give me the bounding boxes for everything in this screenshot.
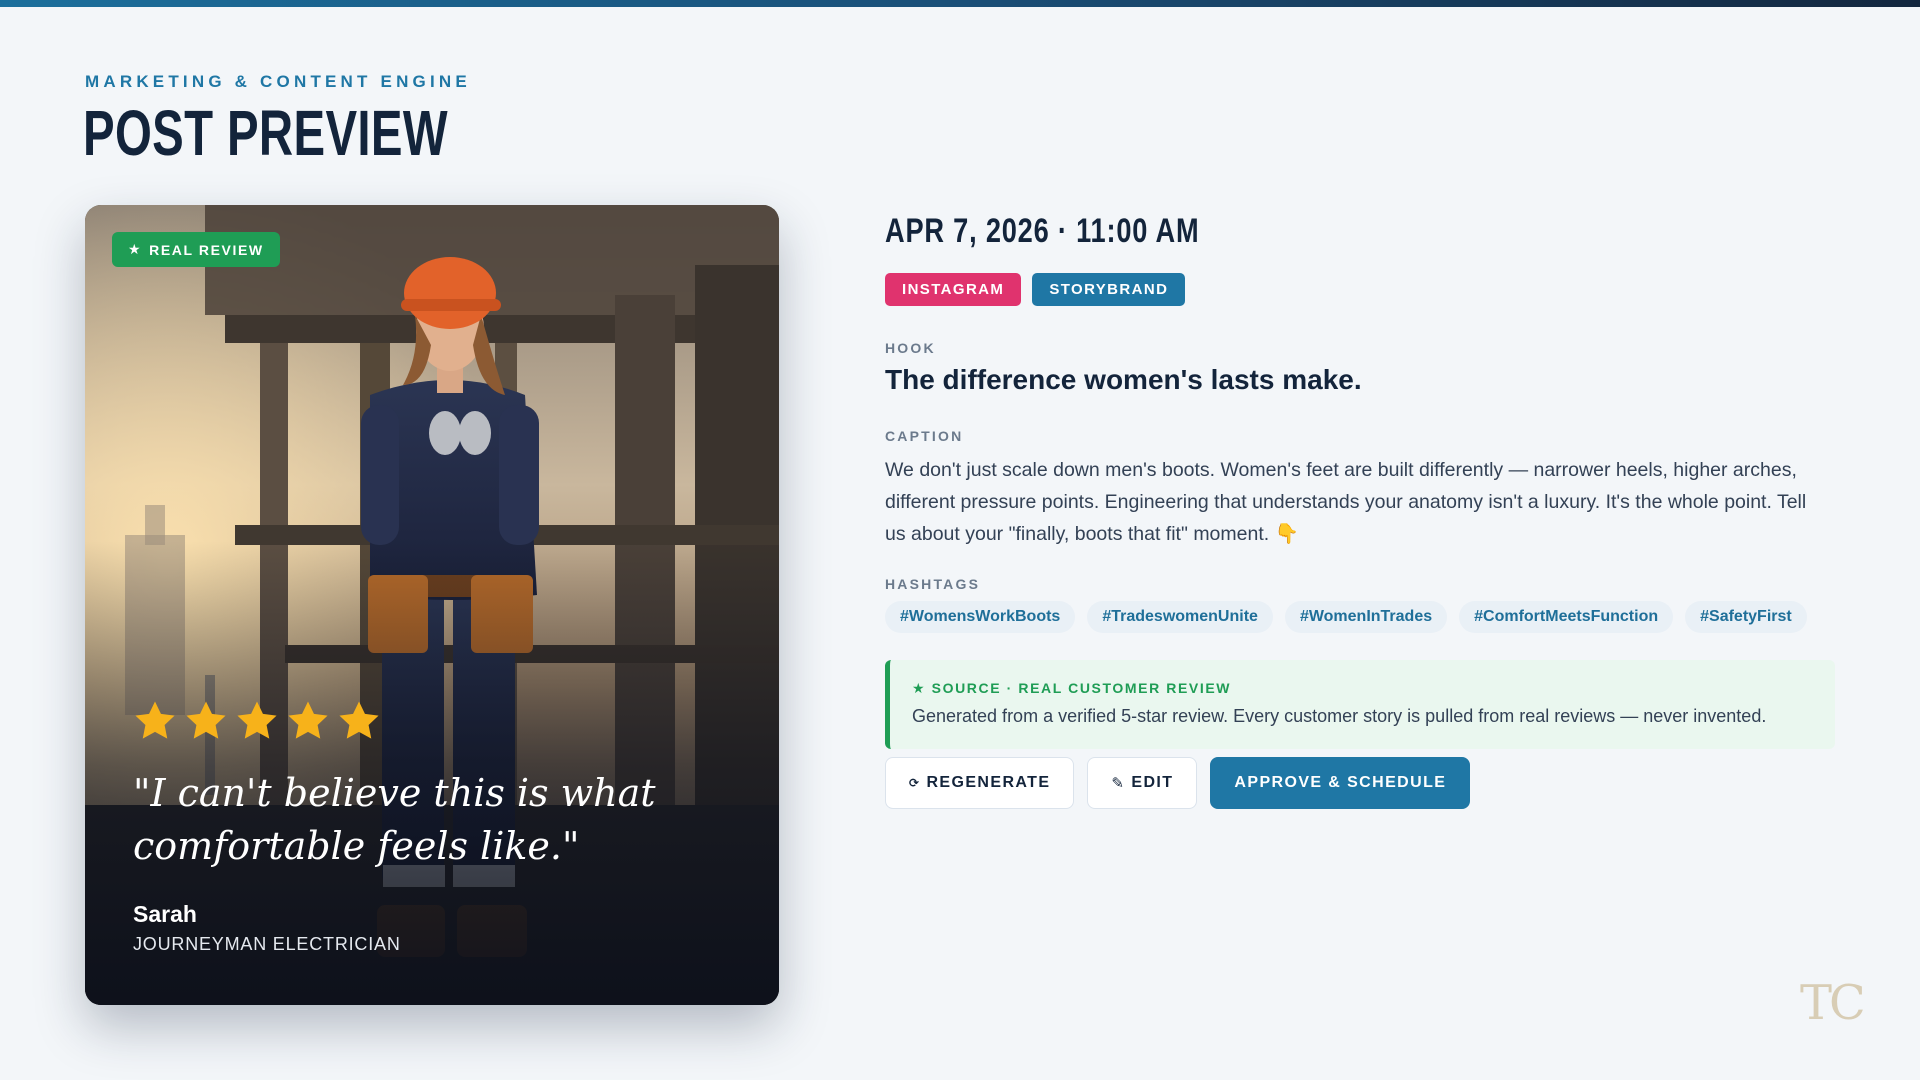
scheduled-datetime: APR 7, 2026 · 11:00 AM [885, 212, 1200, 250]
hashtag-chip[interactable]: #SafetyFirst [1685, 601, 1807, 633]
hook-text: The difference women's lasts make. [885, 364, 1362, 395]
star-icon [288, 701, 328, 739]
page-title: POST PREVIEW [83, 97, 448, 169]
source-title: ★ SOURCE · REAL CUSTOMER REVIEW [912, 680, 1231, 697]
hashtags-label: HASHTAGS [885, 576, 981, 592]
reviewer-name: Sarah [133, 901, 197, 927]
refresh-icon: ⟳ [909, 776, 921, 790]
hashtag-chip[interactable]: #WomenInTrades [1284, 601, 1448, 633]
caption-label: CAPTION [885, 428, 964, 444]
star-icon [135, 701, 175, 739]
hashtag-chip[interactable]: #ComfortMeetsFunction [1459, 601, 1674, 633]
platform-tags: INSTAGRAM STORYBRAND [885, 273, 1186, 306]
star-rating [132, 698, 382, 744]
edit-button[interactable]: ✎ EDIT [1087, 757, 1198, 809]
regenerate-label: REGENERATE [926, 774, 1051, 791]
regenerate-button[interactable]: ⟳ REGENERATE [885, 757, 1075, 809]
hook-label: HOOK [885, 340, 936, 356]
review-quote: "I can't believe this is what comfortabl… [133, 771, 656, 868]
tag-instagram: INSTAGRAM [885, 273, 1022, 306]
source-title-text: SOURCE · REAL CUSTOMER REVIEW [931, 680, 1232, 696]
reviewer-role: JOURNEYMAN ELECTRICIAN [133, 934, 401, 954]
real-review-badge: ★ REAL REVIEW [112, 232, 280, 267]
brand-logo: TC [1800, 975, 1866, 1031]
star-icon: ★ [128, 241, 143, 257]
source-body: Generated from a verified 5-star review.… [912, 706, 1767, 726]
action-buttons: ⟳ REGENERATE ✎ EDIT APPROVE & SCHEDULE [885, 757, 1471, 809]
star-icon [237, 701, 277, 739]
caption-text: We don't just scale down men's boots. Wo… [885, 459, 1807, 545]
real-review-label: REAL REVIEW [149, 241, 264, 258]
top-accent-bar [0, 0, 1920, 7]
hashtag-list: #WomensWorkBoots #TradeswomenUnite #Wome… [885, 601, 1807, 633]
approve-label: APPROVE & SCHEDULE [1234, 774, 1447, 791]
approve-schedule-button[interactable]: APPROVE & SCHEDULE [1210, 757, 1471, 809]
tag-storybrand: STORYBRAND [1032, 273, 1186, 306]
star-icon [339, 701, 379, 739]
card-dark-overlay [85, 205, 779, 1005]
star-icon [186, 701, 226, 739]
pencil-icon: ✎ [1111, 775, 1126, 792]
section-eyebrow: MARKETING & CONTENT ENGINE [85, 72, 471, 91]
edit-label: EDIT [1131, 774, 1174, 791]
source-note: ★ SOURCE · REAL CUSTOMER REVIEW Generate… [885, 660, 1835, 749]
hashtag-chip[interactable]: #WomensWorkBoots [885, 601, 1076, 633]
star-icon: ★ [912, 680, 927, 696]
hashtag-chip[interactable]: #TradeswomenUnite [1087, 601, 1273, 633]
post-preview-card: ★ REAL REVIEW "I can't believe this is w… [85, 205, 779, 1005]
